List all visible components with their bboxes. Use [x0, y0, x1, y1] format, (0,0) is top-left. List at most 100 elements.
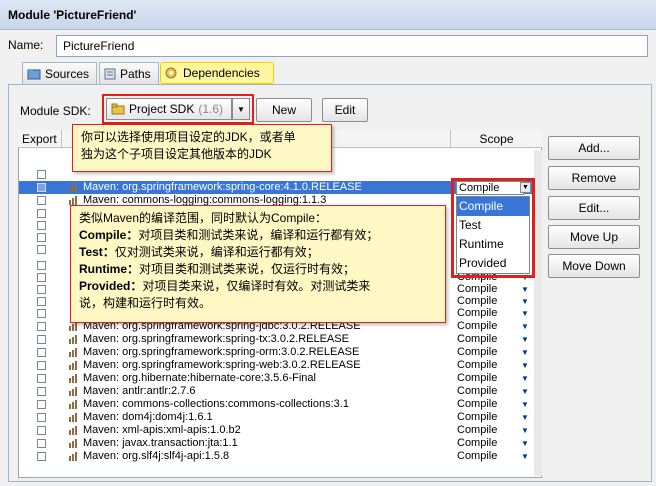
export-checkbox[interactable] [37, 439, 46, 448]
scope-value[interactable]: Compile [457, 372, 497, 385]
table-row[interactable]: Maven: org.springframework:spring-tx:3.0… [19, 333, 541, 346]
export-checkbox[interactable] [37, 209, 46, 218]
chevron-down-icon[interactable]: ▼ [521, 320, 529, 333]
column-header-export[interactable]: Export [18, 130, 62, 148]
scope-current-value[interactable]: Compile [456, 181, 524, 195]
table-row[interactable]: Maven: org.hibernate:hibernate-core:3.5.… [19, 372, 541, 385]
scope-value[interactable]: Compile [457, 424, 497, 437]
dependency-name: Maven: org.springframework:spring-web:3.… [83, 359, 361, 371]
export-checkbox[interactable] [37, 273, 46, 282]
export-checkbox[interactable] [37, 400, 46, 409]
new-sdk-button[interactable]: New [256, 98, 312, 122]
chevron-down-icon[interactable]: ▼ [521, 424, 529, 437]
table-row[interactable]: Maven: dom4j:dom4j:1.6.1 Compile ▼ [19, 411, 541, 424]
chevron-down-icon[interactable]: ▼ [521, 398, 529, 411]
export-checkbox[interactable] [37, 348, 46, 357]
note1-line1: 你可以选择使用项目设定的JDK，或者单 [81, 130, 296, 144]
module-sdk-label: Module SDK: [20, 104, 91, 118]
library-icon [69, 322, 79, 331]
tab-sources[interactable]: Sources [22, 62, 97, 84]
scope-annotation-note: 类似Maven的编译范围，同时默认为Compile： Compile：对项目类和… [70, 205, 446, 323]
export-checkbox[interactable] [37, 387, 46, 396]
export-checkbox[interactable] [37, 309, 46, 318]
dependency-name: Maven: org.hibernate:hibernate-core:3.5.… [83, 372, 316, 384]
sources-folder-icon [27, 68, 41, 79]
module-sdk-select[interactable]: Project SDK (1.6) [106, 98, 232, 120]
sdk-selected-value: Project SDK [129, 102, 195, 116]
note2-runtime: Runtime：对项目类和测试类来说，仅运行时有效； [79, 262, 356, 276]
export-checkbox[interactable] [37, 335, 46, 344]
scope-option-provided[interactable]: Provided [457, 254, 529, 273]
scope-option-runtime[interactable]: Runtime [457, 235, 529, 254]
table-row[interactable]: Maven: javax.transaction:jta:1.1 Compile ▼ [19, 437, 541, 450]
export-checkbox[interactable] [37, 374, 46, 383]
export-checkbox[interactable] [37, 297, 46, 306]
library-icon [69, 374, 79, 383]
export-checkbox[interactable] [37, 170, 46, 179]
chevron-down-icon[interactable]: ▼ [521, 372, 529, 385]
add-button[interactable]: Add... [548, 136, 640, 160]
tab-dependencies[interactable]: Dependencies [160, 62, 274, 84]
dependency-name: Maven: dom4j:dom4j:1.6.1 [83, 411, 213, 423]
edit-button[interactable]: Edit... [548, 196, 640, 220]
export-checkbox[interactable] [37, 452, 46, 461]
note2-compile: Compile：对项目类和测试类来说，编译和运行都有效； [79, 228, 379, 242]
dependency-name: Maven: org.slf4j:slf4j-api:1.5.8 [83, 450, 230, 462]
chevron-down-icon[interactable]: ▼ [521, 385, 529, 398]
export-checkbox[interactable] [37, 183, 46, 192]
move-up-button[interactable]: Move Up [548, 225, 640, 249]
edit-sdk-button[interactable]: Edit [322, 98, 368, 122]
chevron-down-icon[interactable]: ▼ [521, 346, 529, 359]
export-checkbox[interactable] [37, 261, 46, 270]
chevron-down-icon[interactable]: ▼ [520, 182, 531, 193]
export-checkbox[interactable] [37, 196, 46, 205]
export-checkbox[interactable] [37, 322, 46, 331]
export-checkbox[interactable] [37, 245, 46, 254]
move-down-button[interactable]: Move Down [548, 254, 640, 278]
note1-line2: 独为这个子项目设定其他版本的JDK [81, 147, 272, 161]
table-row[interactable]: Maven: org.springframework:spring-orm:3.… [19, 346, 541, 359]
library-icon [69, 196, 79, 205]
table-row[interactable]: Maven: org.springframework:spring-web:3.… [19, 359, 541, 372]
chevron-down-icon[interactable]: ▼ [521, 437, 529, 450]
scope-value[interactable]: Compile [457, 346, 497, 359]
export-checkbox[interactable] [37, 285, 46, 294]
column-header-scope[interactable]: Scope [450, 130, 542, 148]
chevron-down-icon[interactable]: ▼ [521, 450, 529, 463]
scope-option-test[interactable]: Test [457, 216, 529, 235]
remove-button[interactable]: Remove [548, 166, 640, 190]
scope-value[interactable]: Compile [457, 307, 497, 320]
chevron-down-icon[interactable]: ▼ [521, 307, 529, 320]
scope-value[interactable]: Compile [457, 320, 497, 333]
export-checkbox[interactable] [37, 221, 46, 230]
chevron-down-icon[interactable]: ▼ [521, 359, 529, 372]
table-scrollbar[interactable] [534, 150, 542, 476]
library-icon [69, 413, 79, 422]
table-row[interactable]: Maven: antlr:antlr:2.7.6 Compile ▼ [19, 385, 541, 398]
chevron-down-icon[interactable]: ▼ [521, 411, 529, 424]
chevron-down-icon[interactable]: ▼ [521, 333, 529, 346]
scope-value[interactable]: Compile [457, 385, 497, 398]
scope-value[interactable]: Compile [457, 450, 497, 463]
table-row[interactable]: Maven: xml-apis:xml-apis:1.0.b2 Compile ▼ [19, 424, 541, 437]
chevron-down-icon[interactable]: ▼ [232, 98, 250, 120]
table-row[interactable]: Maven: commons-collections:commons-colle… [19, 398, 541, 411]
scope-value[interactable]: Compile [457, 333, 497, 346]
export-checkbox[interactable] [37, 361, 46, 370]
dependency-name: Maven: xml-apis:xml-apis:1.0.b2 [83, 424, 241, 436]
scope-option-compile[interactable]: Compile [457, 197, 529, 216]
module-name-input[interactable]: PictureFriend [56, 35, 648, 57]
scope-value[interactable]: Compile [457, 437, 497, 450]
scope-value[interactable]: Compile [457, 398, 497, 411]
tab-paths[interactable]: Paths [99, 62, 159, 84]
table-row[interactable]: Maven: org.slf4j:slf4j-api:1.5.8 Compile ▼ [19, 450, 541, 463]
window-title: Module 'PictureFriend' [0, 0, 656, 30]
export-checkbox[interactable] [37, 426, 46, 435]
scope-value[interactable]: Compile [457, 411, 497, 424]
library-icon [69, 400, 79, 409]
export-checkbox[interactable] [37, 413, 46, 422]
library-icon [69, 387, 79, 396]
export-checkbox[interactable] [37, 233, 46, 242]
dependency-name: Maven: javax.transaction:jta:1.1 [83, 437, 238, 449]
scope-value[interactable]: Compile [457, 359, 497, 372]
